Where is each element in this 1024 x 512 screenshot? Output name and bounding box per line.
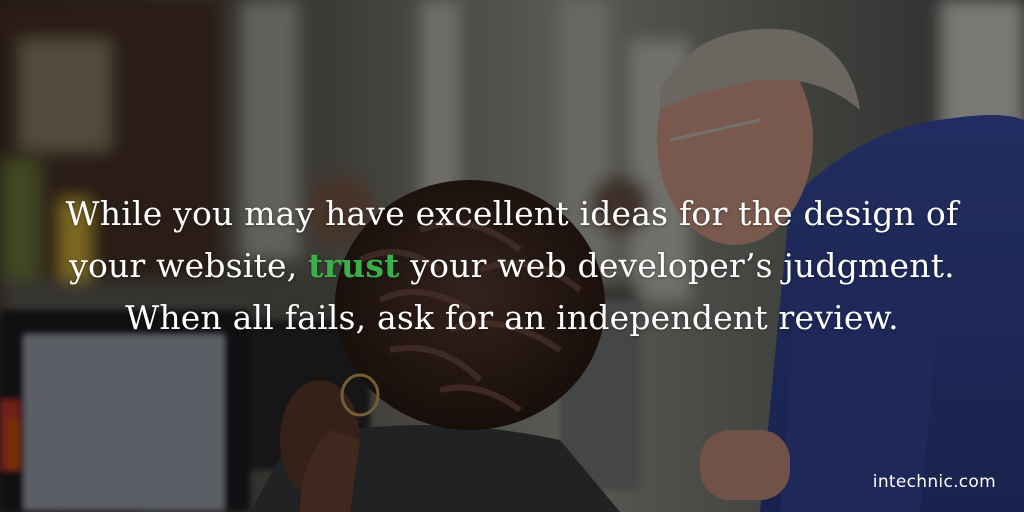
quote-line-2-end: your web developer’s judgment. <box>399 246 955 285</box>
quote-line-3: When all fails, ask for an independent r… <box>125 298 899 337</box>
highlight-word: trust <box>308 246 400 285</box>
brand-watermark: intechnic.com <box>872 472 996 492</box>
quote-line-2-start: your website, <box>69 246 309 285</box>
quote-line-1: While you may have excellent ideas for t… <box>65 194 959 233</box>
quote-line-2: your website, trust your web developer’s… <box>0 240 1024 292</box>
quote-text: While you may have excellent ideas for t… <box>0 188 1024 344</box>
